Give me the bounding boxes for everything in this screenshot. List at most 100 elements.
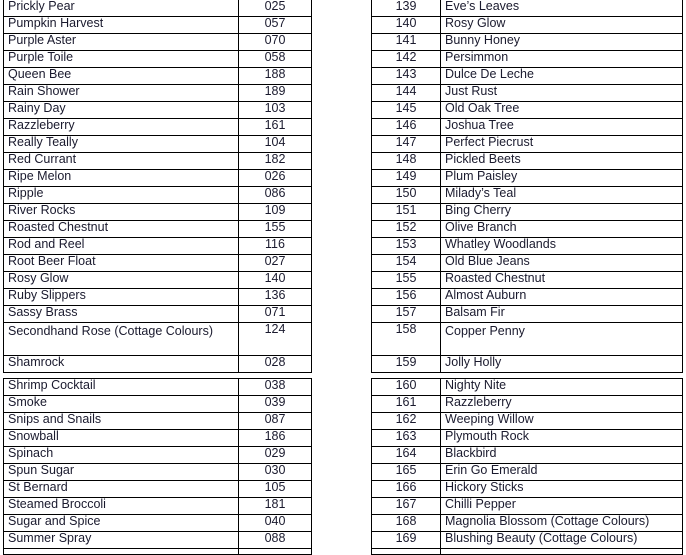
table-row[interactable]: 142 Persimmon	[371, 50, 683, 68]
colour-name-cell: Pickled Beets	[440, 152, 683, 170]
table-row[interactable]: Sugar and Spice 040	[3, 514, 312, 532]
table-row[interactable]: Rod and Reel 116	[3, 237, 312, 255]
table-row[interactable]: Shrimp Cocktail 038	[3, 378, 312, 396]
colour-number-cell: 070	[238, 33, 312, 51]
table-row[interactable]: Steamed Broccoli 181	[3, 497, 312, 515]
colour-number-cell: 139	[371, 0, 441, 17]
table-row[interactable]: Roasted Chestnut 155	[3, 220, 312, 238]
table-row[interactable]: 153 Whatley Woodlands	[371, 237, 683, 255]
colour-name-cell: Rain Shower	[3, 84, 239, 102]
table-row[interactable]: Smoke 039	[3, 395, 312, 413]
colour-name-cell: Balsam Fir	[440, 305, 683, 323]
table-row[interactable]: 161 Razzleberry	[371, 395, 683, 413]
colour-name-cell: Almost Auburn	[440, 288, 683, 306]
table-row[interactable]: 155 Roasted Chestnut	[371, 271, 683, 289]
table-row[interactable]: 151 Bing Cherry	[371, 203, 683, 221]
right-block-1: 139 Eve’s Leaves 140 Rosy Glow 141 Bunny Hone…	[371, 0, 683, 373]
table-row[interactable]: 152 Olive Branch	[371, 220, 683, 238]
table-row[interactable]: 158 Copper Penny	[371, 322, 683, 356]
table-row[interactable]: Ruby Slippers 136	[3, 288, 312, 306]
colour-number-cell: 168	[371, 514, 441, 532]
colour-number-cell: 188	[238, 67, 312, 85]
table-row[interactable]: 144 Just Rust	[371, 84, 683, 102]
table-row[interactable]: Ripe Melon 026	[3, 169, 312, 187]
table-row[interactable]: Purple Toile 058	[3, 50, 312, 68]
table-row[interactable]: 154 Old Blue Jeans	[371, 254, 683, 272]
colour-name-cell: Copper Penny	[440, 322, 683, 356]
table-row[interactable]: Ripple 086	[3, 186, 312, 204]
table-row[interactable]: 140 Rosy Glow	[371, 16, 683, 34]
table-row[interactable]: 150 Milady’s Teal	[371, 186, 683, 204]
table-row[interactable]: 157 Balsam Fir	[371, 305, 683, 323]
colour-name-cell: Joshua Tree	[440, 118, 683, 136]
table-row[interactable]: Rosy Glow 140	[3, 271, 312, 289]
colour-number-cell: 169	[371, 531, 441, 549]
table-row[interactable]: Red Currant 182	[3, 152, 312, 170]
colour-number-cell	[371, 548, 441, 555]
table-row[interactable]: 148 Pickled Beets	[371, 152, 683, 170]
colour-name-cell: Perfect Piecrust	[440, 135, 683, 153]
table-row[interactable]: St Bernard 105	[3, 480, 312, 498]
colour-name-cell: Plymouth Rock	[440, 429, 683, 447]
colour-name-cell: Snowball	[3, 429, 239, 447]
colour-name-cell: Ruby Slippers	[3, 288, 239, 306]
table-row[interactable]: Purple Aster 070	[3, 33, 312, 51]
table-row[interactable]: Secondhand Rose (Cottage Colours) 124	[3, 322, 312, 356]
table-row[interactable]: 163 Plymouth Rock	[371, 429, 683, 447]
colour-name-cell: Roasted Chestnut	[3, 220, 239, 238]
table-row[interactable]: Shamrock 028	[3, 355, 312, 373]
colour-name-cell: Sassy Brass	[3, 305, 239, 323]
colour-number-cell: 142	[371, 50, 441, 68]
left-column-tables: Prickly Pear 025 Pumpkin Harvest 057 Purple …	[3, 0, 312, 555]
table-row[interactable]: 141 Bunny Honey	[371, 33, 683, 51]
table-row[interactable]: 164 Blackbird	[371, 446, 683, 464]
table-row[interactable]: 156 Almost Auburn	[371, 288, 683, 306]
right-column-tables: 139 Eve’s Leaves 140 Rosy Glow 141 Bunny Hone…	[371, 0, 683, 555]
table-row[interactable]: Prickly Pear 025	[3, 0, 312, 17]
table-row[interactable]: 149 Plum Paisley	[371, 169, 683, 187]
colour-number-cell: 182	[238, 152, 312, 170]
colour-number-cell: 030	[238, 463, 312, 481]
table-row[interactable]: Summer Spray 088	[3, 531, 312, 549]
table-row[interactable]: Really Teally 104	[3, 135, 312, 153]
colour-number-cell: 150	[371, 186, 441, 204]
colour-number-cell: 147	[371, 135, 441, 153]
table-row[interactable]: Sassy Brass 071	[3, 305, 312, 323]
table-row[interactable]: Razzleberry 161	[3, 118, 312, 136]
table-row[interactable]	[3, 548, 312, 555]
table-row[interactable]: Snips and Snails 087	[3, 412, 312, 430]
right-block-2: 160 Nighty Nite 161 Razzleberry 162 Weeping W…	[371, 378, 683, 555]
table-row[interactable]: River Rocks 109	[3, 203, 312, 221]
table-row[interactable]: 143 Dulce De Leche	[371, 67, 683, 85]
colour-number-cell: 104	[238, 135, 312, 153]
table-row[interactable]: Spun Sugar 030	[3, 463, 312, 481]
table-row[interactable]: 146 Joshua Tree	[371, 118, 683, 136]
table-row[interactable]: 145 Old Oak Tree	[371, 101, 683, 119]
table-row[interactable]: Snowball 186	[3, 429, 312, 447]
colour-number-cell: 152	[371, 220, 441, 238]
table-row[interactable]: 159 Jolly Holly	[371, 355, 683, 373]
table-row[interactable]: Pumpkin Harvest 057	[3, 16, 312, 34]
table-row[interactable]: 160 Nighty Nite	[371, 378, 683, 396]
colour-name-cell: Spinach	[3, 446, 239, 464]
table-row[interactable]: 169 Blushing Beauty (Cottage Colours)	[371, 531, 683, 549]
table-row[interactable]: 162 Weeping Willow	[371, 412, 683, 430]
colour-number-cell: 071	[238, 305, 312, 323]
colour-number-cell: 040	[238, 514, 312, 532]
table-row[interactable]: Rainy Day 103	[3, 101, 312, 119]
colour-name-cell: Blackbird	[440, 446, 683, 464]
colour-number-cell: 149	[371, 169, 441, 187]
table-row[interactable]: 168 Magnolia Blossom (Cottage Colours)	[371, 514, 683, 532]
table-row[interactable]: 139 Eve’s Leaves	[371, 0, 683, 17]
table-row[interactable]: 166 Hickory Sticks	[371, 480, 683, 498]
table-row[interactable]: Root Beer Float 027	[3, 254, 312, 272]
table-row[interactable]: 165 Erin Go Emerald	[371, 463, 683, 481]
colour-number-cell: 124	[238, 322, 312, 356]
colour-number-cell: 141	[371, 33, 441, 51]
table-row[interactable]	[371, 548, 683, 555]
table-row[interactable]: 147 Perfect Piecrust	[371, 135, 683, 153]
table-row[interactable]: 167 Chilli Pepper	[371, 497, 683, 515]
table-row[interactable]: Queen Bee 188	[3, 67, 312, 85]
table-row[interactable]: Rain Shower 189	[3, 84, 312, 102]
table-row[interactable]: Spinach 029	[3, 446, 312, 464]
